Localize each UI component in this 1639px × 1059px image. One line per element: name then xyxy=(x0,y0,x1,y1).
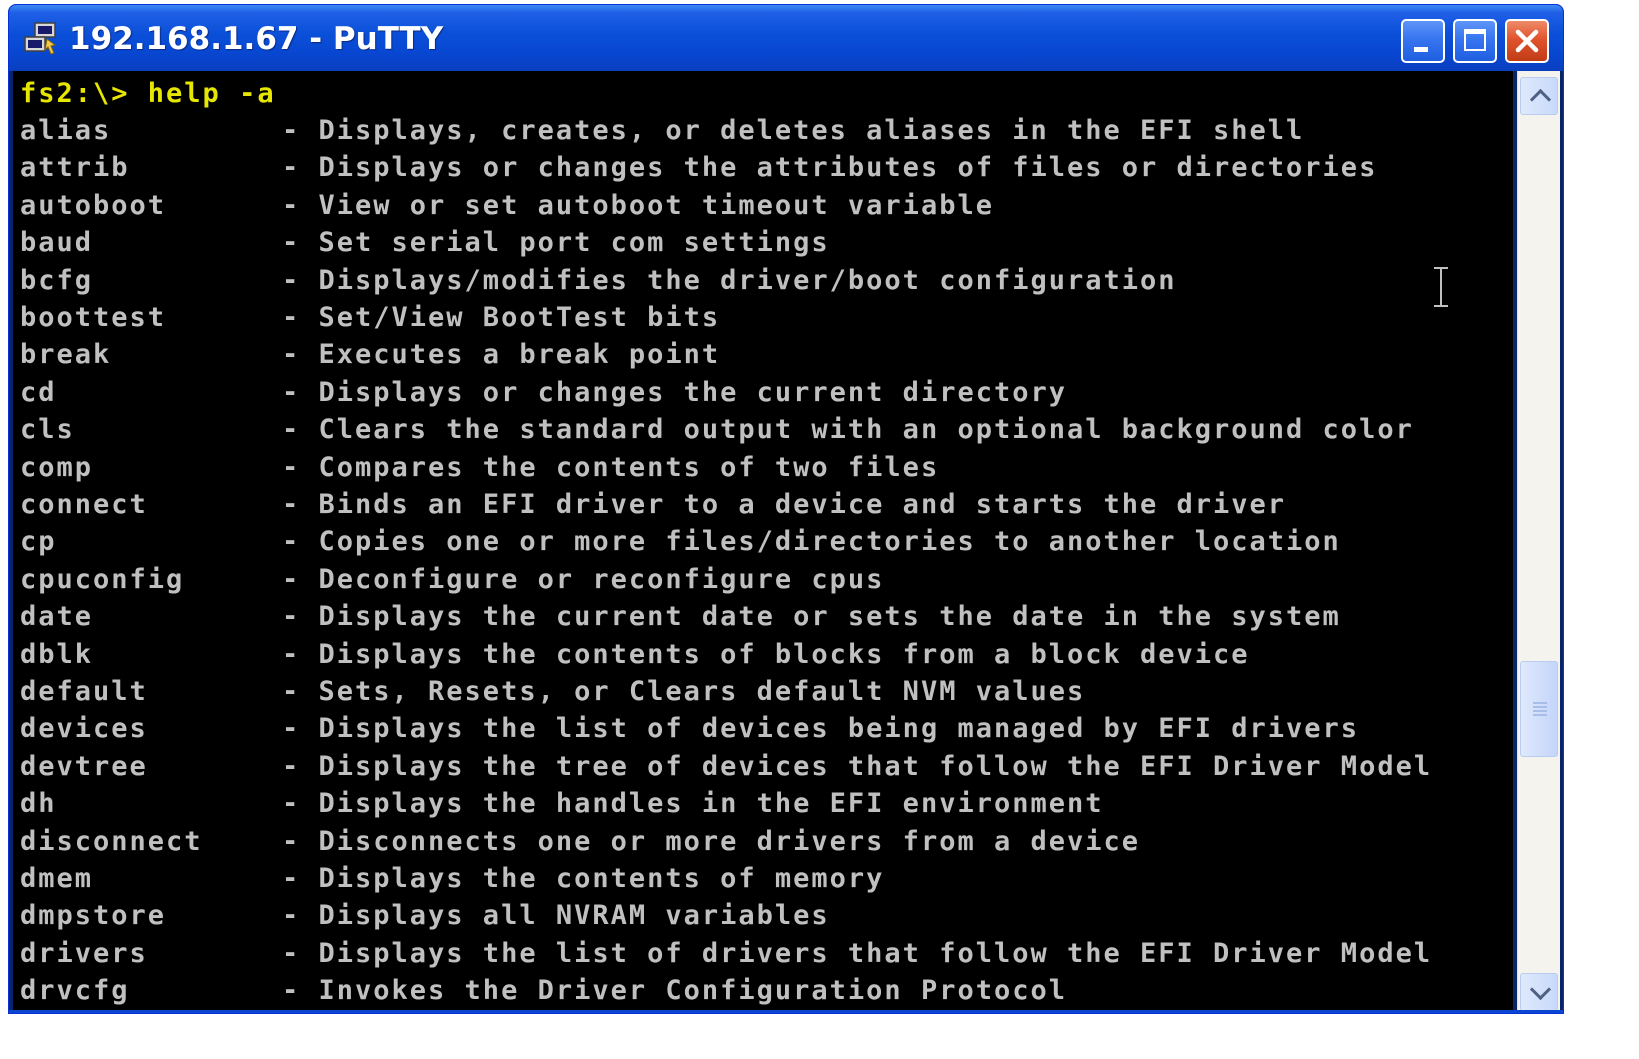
command-description: - Displays/modifies the driver/boot conf… xyxy=(282,264,1177,296)
command-description: - Compares the contents of two files xyxy=(282,451,940,483)
terminal-line: break - Executes a break point xyxy=(20,336,720,373)
terminal-line: dh - Displays the handles in the EFI envi… xyxy=(20,785,1104,822)
terminal-line: devtree - Displays the tree of devices th… xyxy=(20,748,1432,785)
terminal-line: devices - Displays the list of devices be… xyxy=(20,710,1359,747)
command-name: break xyxy=(20,339,112,371)
command-name: baud xyxy=(20,227,94,259)
command-prompt: fs2:\> help -a xyxy=(20,78,276,109)
terminal-line: dmpstore - Displays all NVRAM variables xyxy=(20,897,830,934)
command-name: dmpstore xyxy=(20,900,167,932)
command-name: attrib xyxy=(20,152,130,184)
command-name: dblk xyxy=(20,638,94,670)
command-name: devices xyxy=(20,713,148,745)
command-description: - View or set autoboot timeout variable xyxy=(282,189,994,221)
command-description: - Set serial port com settings xyxy=(282,227,830,259)
close-icon xyxy=(1515,29,1539,53)
terminal-line: bcfg - Displays/modifies the driver/boot … xyxy=(20,262,1177,299)
command-description: - Displays the current date or sets the … xyxy=(282,601,1341,633)
command-name: connect xyxy=(20,489,148,520)
command-description: - Executes a break point xyxy=(282,339,721,371)
command-name: alias xyxy=(20,115,112,146)
command-name: comp xyxy=(20,451,94,483)
terminal-line: cd - Displays or changes the current dire… xyxy=(20,374,1067,411)
vertical-scrollbar[interactable] xyxy=(1517,71,1560,1013)
command-name: cpuconfig xyxy=(20,563,185,595)
terminal-line: drvcfg - Invokes the Driver Configuration… xyxy=(20,972,1067,1009)
command-name: boottest xyxy=(20,302,167,333)
command-name: autoboot xyxy=(20,189,167,221)
command-description: - Displays the tree of devices that foll… xyxy=(282,750,1433,782)
command-name: cp xyxy=(20,526,57,558)
terminal-line: cls - Clears the standard output with an … xyxy=(20,411,1414,448)
command-description: - Clears the standard output with an opt… xyxy=(282,414,1414,446)
command-description: - Displays the contents of memory xyxy=(282,863,885,894)
command-description: - Displays, creates, or deletes aliases … xyxy=(282,115,1305,146)
command-description: - Set/View BootTest bits xyxy=(282,302,721,333)
terminal-line: baud - Set serial port com settings xyxy=(20,224,830,261)
command-description: - Displays all NVRAM variables xyxy=(282,900,830,932)
terminal-line: connect - Binds an EFI driver to a device… xyxy=(20,486,1286,523)
terminal-line: disconnect - Disconnects one or more driv… xyxy=(20,823,1140,860)
command-name: date xyxy=(20,601,94,633)
terminal-line: cpuconfig - Deconfigure or reconfigure cp… xyxy=(20,561,884,598)
window-title: 192.168.1.67 - PuTTY xyxy=(69,21,444,57)
command-name: bcfg xyxy=(20,264,94,296)
terminal-output[interactable]: fs2:\> help -a alias - Displays, creates,… xyxy=(13,71,1513,1013)
chevron-down-icon xyxy=(1529,978,1552,1001)
command-name: disconnect xyxy=(20,825,203,857)
terminal-line: dmem - Displays the contents of memory xyxy=(20,860,884,897)
command-description: - Deconfigure or reconfigure cpus xyxy=(282,563,885,595)
terminal-line: boottest - Set/View BootTest bits xyxy=(20,299,720,336)
command-description: - Displays or changes the attributes of … xyxy=(282,152,1378,184)
command-description: - Copies one or more files/directories t… xyxy=(282,526,1341,558)
command-description: - Displays or changes the current direct… xyxy=(282,376,1067,408)
close-button[interactable] xyxy=(1505,19,1549,63)
putty-window: 192.168.1.67 - PuTTY fs2:\> help -a alia… xyxy=(8,4,1564,1014)
terminal-line: drivers - Displays the list of drivers th… xyxy=(20,935,1432,972)
terminal-line: dblk - Displays the contents of blocks fr… xyxy=(20,636,1250,673)
command-name: dh xyxy=(20,788,57,820)
command-description: - Displays the handles in the EFI enviro… xyxy=(282,788,1104,820)
terminal-line: alias - Displays, creates, or deletes ali… xyxy=(20,112,1304,149)
window-frame-bottom xyxy=(9,1010,1563,1013)
command-name: drvcfg xyxy=(20,975,130,1007)
text-cursor-icon xyxy=(1433,267,1449,307)
command-description: - Invokes the Driver Configuration Proto… xyxy=(282,975,1067,1007)
terminal-line: cp - Copies one or more files/directories… xyxy=(20,523,1341,560)
command-name: drivers xyxy=(20,937,148,969)
command-name: cd xyxy=(20,376,57,408)
command-name: cls xyxy=(20,414,75,446)
scrollbar-thumb[interactable] xyxy=(1520,661,1558,757)
minimize-button[interactable] xyxy=(1401,19,1445,63)
terminal-line: attrib - Displays or changes the attribut… xyxy=(20,149,1377,186)
maximize-button[interactable] xyxy=(1453,19,1497,63)
terminal-line: comp - Compares the contents of two files xyxy=(20,449,939,486)
command-name: dmem xyxy=(20,863,94,894)
command-description: - Displays the list of devices being man… xyxy=(282,713,1360,745)
terminal-line: date - Displays the current date or sets … xyxy=(20,598,1341,635)
terminal-line: default - Sets, Resets, or Clears default… xyxy=(20,673,1085,710)
scroll-up-button[interactable] xyxy=(1520,77,1558,115)
command-description: - Displays the contents of blocks from a… xyxy=(282,638,1250,670)
command-description: - Disconnects one or more drivers from a… xyxy=(282,825,1141,857)
terminal-line: autoboot - View or set autoboot timeout v… xyxy=(20,187,994,224)
command-name: default xyxy=(20,676,148,707)
command-description: - Binds an EFI driver to a device and st… xyxy=(282,489,1287,520)
chevron-up-icon xyxy=(1529,88,1552,111)
command-name: devtree xyxy=(20,750,148,782)
command-description: - Displays the list of drivers that foll… xyxy=(282,937,1433,969)
grip-icon xyxy=(1533,702,1547,716)
putty-icon[interactable] xyxy=(21,19,61,59)
scroll-down-button[interactable] xyxy=(1520,973,1558,1011)
command-description: - Sets, Resets, or Clears default NVM va… xyxy=(282,676,1086,707)
title-bar[interactable]: 192.168.1.67 - PuTTY xyxy=(9,5,1563,71)
